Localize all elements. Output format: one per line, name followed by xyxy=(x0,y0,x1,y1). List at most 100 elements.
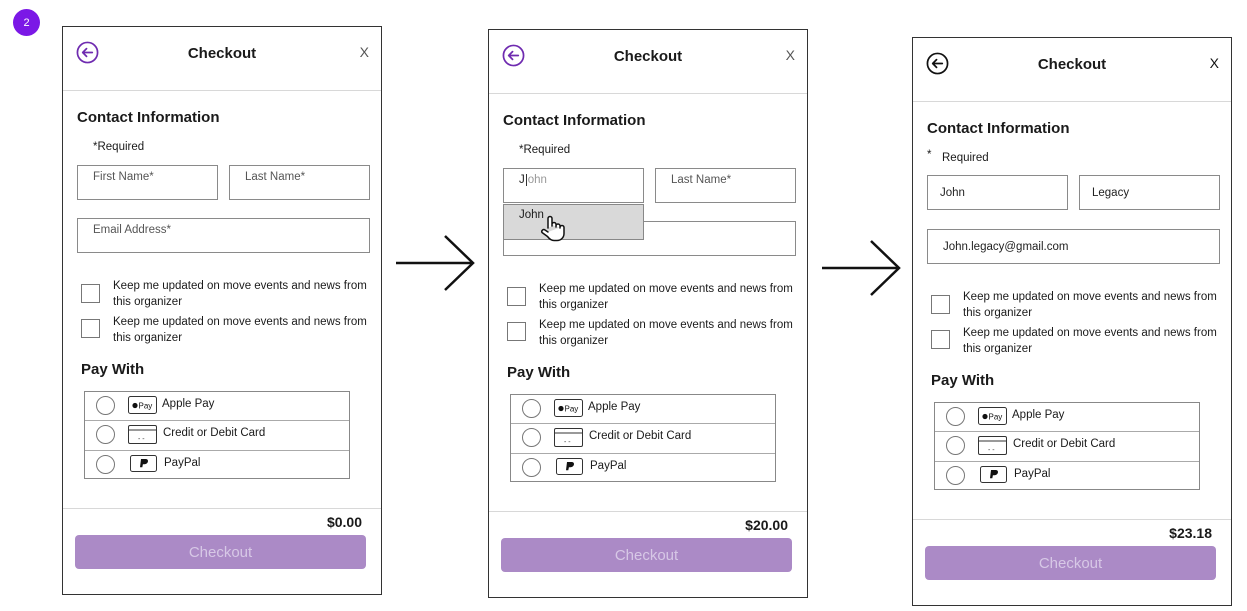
radio-button[interactable] xyxy=(522,457,541,477)
payment-label: Apple Pay xyxy=(162,398,215,410)
checkout-screen-2: Checkout X Contact Information *Required… xyxy=(488,29,808,598)
newsletter-label-2: Keep me updated on move events and news … xyxy=(113,316,367,344)
hand-pointer-icon xyxy=(541,215,565,242)
radio-button[interactable] xyxy=(522,399,541,418)
newsletter-checkbox-1[interactable] xyxy=(931,295,950,314)
contact-info-heading: Contact Information xyxy=(77,109,220,126)
flow-arrow-icon xyxy=(396,235,475,291)
required-note: Required xyxy=(942,152,989,164)
page-title: Checkout xyxy=(613,48,683,65)
credit-card-icon: - - xyxy=(554,428,583,448)
pay-with-heading: Pay With xyxy=(507,364,571,381)
svg-text:- -: - - xyxy=(138,436,145,443)
payment-option-paypal[interactable]: PayPal xyxy=(85,451,349,480)
close-icon[interactable]: X xyxy=(360,44,369,60)
checkout-screen-3: Checkout X Contact Information * Require… xyxy=(912,37,1232,606)
payment-options: Pay Apple Pay - - Credit or Debit Card P… xyxy=(510,394,776,482)
newsletter-label-2: Keep me updated on move events and news … xyxy=(963,327,1217,355)
payment-option-card[interactable]: - - Credit or Debit Card xyxy=(85,421,349,451)
payment-label: Credit or Debit Card xyxy=(589,430,692,443)
credit-card-icon: - - xyxy=(128,425,157,445)
svg-text:Pay: Pay xyxy=(565,405,579,414)
first-name-field[interactable]: First Name* xyxy=(77,165,218,200)
checkout-button[interactable]: Checkout xyxy=(75,535,366,569)
last-name-field[interactable]: Legacy xyxy=(1079,175,1220,210)
required-star: * xyxy=(927,149,932,161)
payment-option-card[interactable]: - - Credit or Debit Card xyxy=(935,432,1199,462)
flow-arrow-icon xyxy=(822,240,901,296)
payment-label: PayPal xyxy=(164,456,201,469)
email-field[interactable]: John.legacy@gmail.com xyxy=(927,229,1220,264)
paypal-icon xyxy=(130,454,157,472)
newsletter-checkbox-1[interactable] xyxy=(81,284,100,303)
required-note: *Required xyxy=(93,141,145,153)
checkout-button[interactable]: Checkout xyxy=(925,546,1216,580)
payment-option-card[interactable]: - - Credit or Debit Card xyxy=(511,424,775,454)
newsletter-label-1: Keep me updated on move events and news … xyxy=(113,280,367,308)
payment-label: Apple Pay xyxy=(588,401,641,413)
payment-option-apple-pay[interactable]: Pay Apple Pay xyxy=(935,403,1199,433)
newsletter-checkbox-2[interactable] xyxy=(507,322,526,341)
svg-text:Pay: Pay xyxy=(989,413,1003,422)
svg-text:- -: - - xyxy=(988,447,995,454)
newsletter-label-1: Keep me updated on move events and news … xyxy=(963,291,1217,319)
payment-label: PayPal xyxy=(590,459,627,472)
step-badge: 2 xyxy=(13,9,40,36)
first-name-field[interactable]: John xyxy=(927,175,1068,210)
radio-button[interactable] xyxy=(96,454,115,474)
checkout-screen-1: Checkout X Contact Information *Required… xyxy=(62,26,382,595)
payment-option-paypal[interactable]: PayPal xyxy=(511,454,775,483)
radio-button[interactable] xyxy=(946,407,965,426)
radio-button[interactable] xyxy=(96,396,115,415)
header: Checkout X xyxy=(63,27,381,91)
close-icon[interactable]: X xyxy=(786,47,795,63)
total-amount: $20.00 xyxy=(745,517,788,533)
payment-option-apple-pay[interactable]: Pay Apple Pay xyxy=(85,392,349,422)
newsletter-checkbox-1[interactable] xyxy=(507,287,526,306)
payment-label: Credit or Debit Card xyxy=(163,427,266,440)
pay-with-heading: Pay With xyxy=(81,361,145,378)
autocomplete-suggestion[interactable]: John xyxy=(503,204,644,240)
text-cursor xyxy=(525,174,527,186)
header: Checkout X xyxy=(913,38,1231,102)
contact-info-heading: Contact Information xyxy=(503,112,646,129)
radio-button[interactable] xyxy=(946,465,965,485)
page-title: Checkout xyxy=(187,45,257,62)
payment-label: Apple Pay xyxy=(1012,409,1065,421)
last-name-field[interactable]: Last Name* xyxy=(655,168,796,203)
contact-info-heading: Contact Information xyxy=(927,120,1070,137)
payment-option-apple-pay[interactable]: Pay Apple Pay xyxy=(511,395,775,425)
page-title: Checkout xyxy=(1037,56,1107,73)
total-amount: $23.18 xyxy=(1169,525,1212,541)
radio-button[interactable] xyxy=(522,428,541,448)
newsletter-label-2: Keep me updated on move events and news … xyxy=(539,319,793,347)
header: Checkout X xyxy=(489,30,807,94)
required-note: *Required xyxy=(519,144,571,156)
footer-divider xyxy=(489,511,807,512)
payment-option-paypal[interactable]: PayPal xyxy=(935,462,1199,491)
credit-card-icon: - - xyxy=(978,436,1007,456)
paypal-icon xyxy=(980,465,1007,483)
payment-options: Pay Apple Pay - - Credit or Debit Card P… xyxy=(934,402,1200,490)
apple-pay-icon: Pay xyxy=(978,407,1007,425)
payment-label: Credit or Debit Card xyxy=(1013,438,1116,451)
radio-button[interactable] xyxy=(946,436,965,456)
autocomplete-ghost-text: ohn xyxy=(527,174,547,187)
svg-text:Pay: Pay xyxy=(139,402,153,411)
radio-button[interactable] xyxy=(96,425,115,445)
footer-divider xyxy=(63,508,381,509)
checkout-button[interactable]: Checkout xyxy=(501,538,792,572)
first-name-field[interactable]: John xyxy=(503,168,644,203)
footer-divider xyxy=(913,519,1231,520)
newsletter-checkbox-2[interactable] xyxy=(931,330,950,349)
last-name-field[interactable]: Last Name* xyxy=(229,165,370,200)
total-amount: $0.00 xyxy=(326,514,362,530)
close-icon[interactable]: X xyxy=(1210,55,1219,71)
payment-label: PayPal xyxy=(1014,467,1051,480)
apple-pay-icon: Pay xyxy=(554,399,583,417)
payment-options: Pay Apple Pay - - Credit or Debit Card P… xyxy=(84,391,350,479)
newsletter-checkbox-2[interactable] xyxy=(81,319,100,338)
email-field[interactable]: Email Address* xyxy=(77,218,370,253)
pay-with-heading: Pay With xyxy=(931,372,995,389)
svg-text:- -: - - xyxy=(564,439,571,446)
